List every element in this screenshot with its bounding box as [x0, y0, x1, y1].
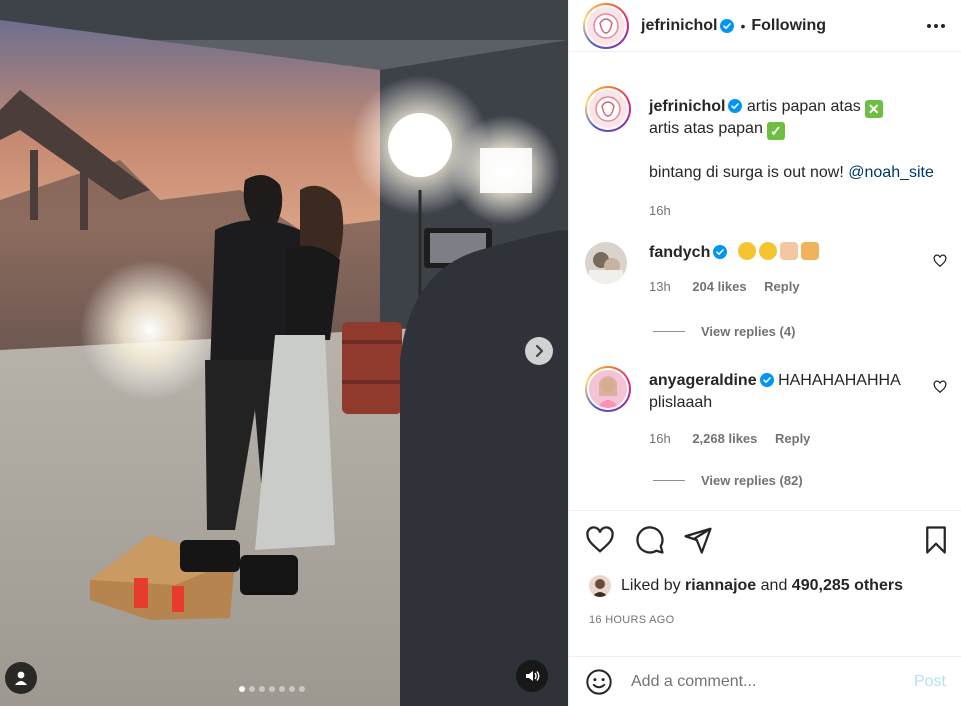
comment-text-2: plislaaah [649, 394, 713, 411]
comment-time: 16h [649, 431, 671, 446]
comment-time: 13h [649, 279, 671, 294]
comment-username[interactable]: anyageraldine [649, 372, 757, 389]
heart-icon[interactable] [585, 525, 615, 555]
likes-count[interactable]: 490,285 others [792, 577, 903, 595]
carousel-dot [259, 686, 265, 692]
post-comment-button[interactable]: Post [914, 673, 946, 691]
header-separator: • [740, 17, 746, 34]
caption-mention[interactable]: @noah_site [848, 164, 934, 181]
carousel-dot [289, 686, 295, 692]
carousel-indicator [239, 686, 305, 692]
handshake-emoji [779, 242, 798, 260]
post-header: jefrinichol • Following [569, 0, 961, 52]
emoji-icon[interactable] [585, 668, 613, 696]
carousel-dot [279, 686, 285, 692]
caption-username[interactable]: jefrinichol [649, 98, 725, 115]
share-icon[interactable] [683, 525, 713, 555]
liker-avatar[interactable] [589, 575, 611, 597]
caption-time: 16h [649, 203, 671, 218]
author-avatar[interactable] [583, 2, 629, 49]
heart-icon[interactable] [933, 254, 947, 268]
caption-line-2: artis atas papan [649, 120, 763, 137]
comment-composer: Post [569, 656, 961, 706]
author-logo [593, 12, 619, 39]
following-button[interactable]: Following [751, 17, 826, 35]
commenter-avatar[interactable] [585, 366, 631, 412]
liked-by-prefix: Liked by [621, 577, 681, 594]
post-side-panel: jefrinichol • Following jefrinichol arti… [568, 0, 961, 706]
cross-mark-emoji: ✕ [864, 100, 883, 118]
liked-by-user[interactable]: riannajoe [685, 577, 756, 595]
caption-line-1: artis papan atas [746, 98, 861, 115]
check-mark-emoji: ✓ [766, 122, 785, 140]
raised-hands-emoji [800, 242, 819, 260]
view-replies-button[interactable]: View replies (4) [653, 324, 795, 339]
post-photo [0, 0, 568, 706]
user-tag-icon [15, 671, 27, 685]
view-replies-label: View replies (4) [701, 324, 796, 339]
laughing-emoji [758, 242, 777, 260]
header-username[interactable]: jefrinichol [641, 17, 717, 35]
laughing-emoji [737, 242, 756, 260]
verified-icon [759, 373, 774, 387]
verified-icon [728, 99, 743, 113]
verified-icon [720, 18, 735, 33]
likes-summary: Liked by riannajoe and 490,285 others [589, 575, 903, 597]
reply-button[interactable]: Reply [775, 431, 810, 446]
view-replies-label: View replies (82) [701, 473, 803, 488]
tagged-users-button[interactable] [5, 662, 37, 694]
liked-by-and: and [760, 577, 788, 594]
carousel-dot [239, 686, 245, 692]
post-timestamp: 16 HOURS AGO [589, 614, 675, 626]
post-actions: Liked by riannajoe and 490,285 others 16… [569, 510, 961, 656]
author-logo [595, 96, 621, 122]
comment-username[interactable]: fandych [649, 244, 710, 261]
comment-icon[interactable] [635, 525, 665, 555]
caption-avatar[interactable] [585, 86, 631, 132]
comment-likes[interactable]: 204 likes [692, 279, 746, 294]
comment-input[interactable] [631, 672, 901, 691]
view-replies-button[interactable]: View replies (82) [653, 473, 803, 488]
carousel-dot [299, 686, 305, 692]
more-icon[interactable] [927, 23, 945, 28]
verified-icon [713, 245, 728, 259]
carousel-dot [249, 686, 255, 692]
caption-line-3: bintang di surga is out now! [649, 164, 844, 181]
reply-button[interactable]: Reply [764, 279, 799, 294]
commenter-avatar[interactable] [585, 242, 627, 284]
post-media[interactable] [0, 0, 568, 706]
audio-toggle-button[interactable] [516, 660, 548, 692]
heart-icon[interactable] [933, 380, 947, 394]
comments-list[interactable]: jefrinichol artis papan atas ✕ artis atas… [569, 64, 961, 510]
comment-likes[interactable]: 2,268 likes [692, 431, 757, 446]
carousel-dot [269, 686, 275, 692]
chevron-right-icon [535, 344, 544, 358]
save-icon[interactable] [923, 525, 949, 555]
audio-icon [526, 671, 540, 681]
comment-text: HAHAHAHAHHA [778, 372, 901, 389]
next-slide-button[interactable] [525, 337, 553, 365]
